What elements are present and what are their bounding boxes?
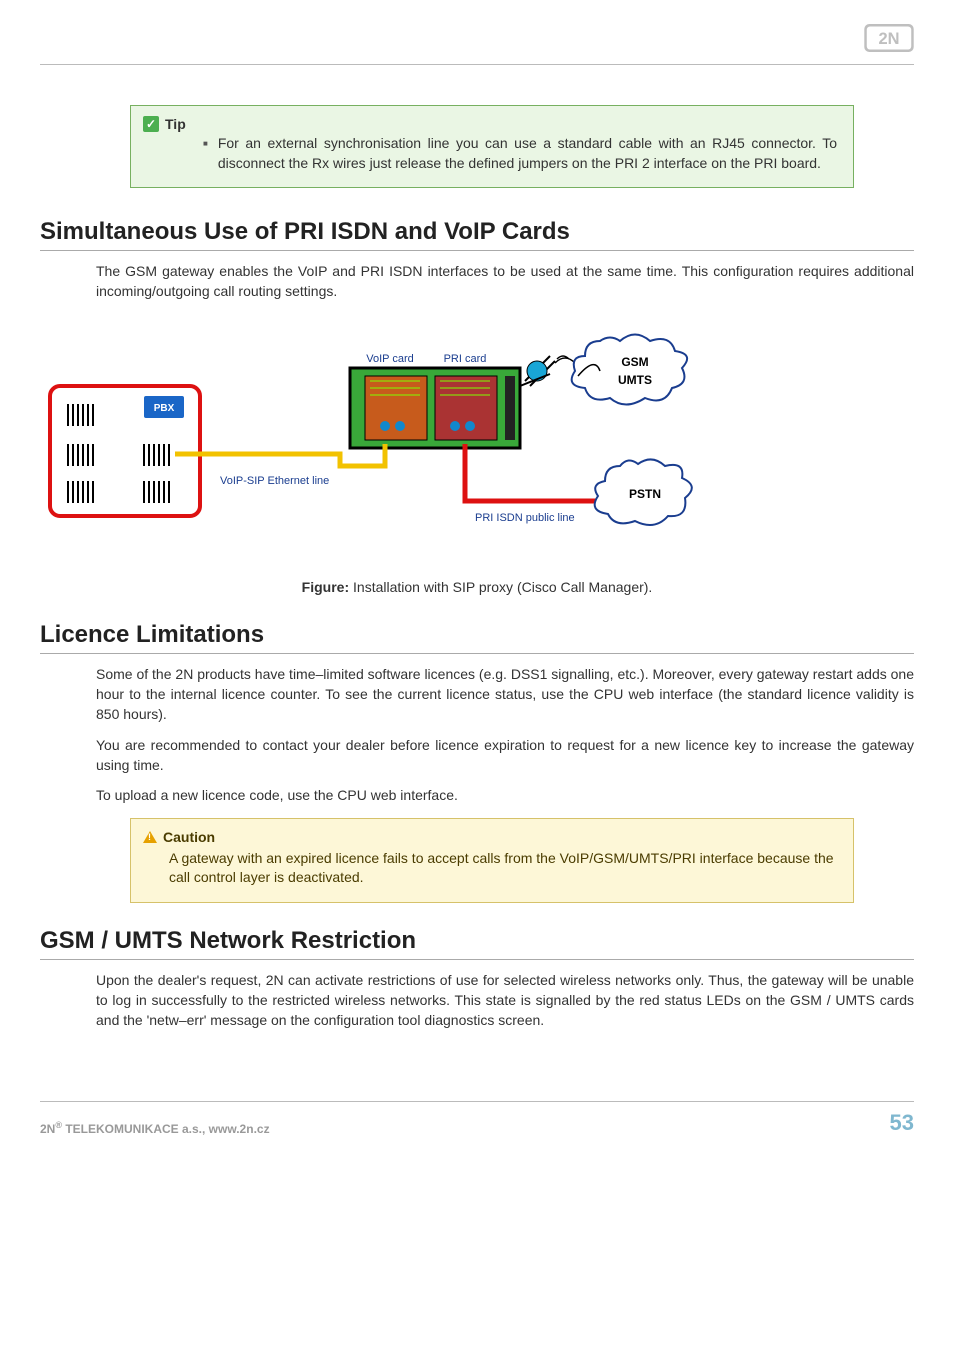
- page-number: 53: [890, 1110, 914, 1136]
- check-icon: ✓: [143, 116, 159, 132]
- section1-p1: The GSM gateway enables the VoIP and PRI…: [96, 261, 914, 302]
- brand-logo-2n: 2N: [864, 24, 914, 52]
- section3-p1: Upon the dealer's request, 2N can activa…: [96, 970, 914, 1031]
- caution-text: A gateway with an expired licence fails …: [169, 849, 837, 888]
- svg-text:2N: 2N: [878, 30, 899, 48]
- svg-text:PRI ISDN public line: PRI ISDN public line: [475, 512, 575, 524]
- svg-text:PRI card: PRI card: [444, 353, 487, 365]
- page-footer: 2N® TELEKOMUNIKACE a.s., www.2n.cz 53: [40, 1101, 914, 1166]
- figure-caption: Figure: Installation with SIP proxy (Cis…: [40, 579, 914, 595]
- caution-callout: Caution A gateway with an expired licenc…: [130, 818, 854, 903]
- tip-callout: ✓ Tip ■ For an external synchronisation …: [130, 105, 854, 188]
- caution-label: Caution: [163, 829, 215, 845]
- heading-licence: Licence Limitations: [40, 621, 914, 654]
- bullet-icon: ■: [203, 138, 208, 173]
- tip-label: Tip: [165, 116, 186, 132]
- svg-text:UMTS: UMTS: [618, 373, 652, 387]
- svg-text:PSTN: PSTN: [629, 487, 661, 501]
- warning-icon: [143, 831, 157, 843]
- svg-text:PBX: PBX: [154, 403, 175, 414]
- installation-diagram: PBX VoIP card PRI card VoIP-SIP Ethernet…: [40, 326, 700, 546]
- heading-simultaneous: Simultaneous Use of PRI ISDN and VoIP Ca…: [40, 218, 914, 251]
- svg-text:GSM: GSM: [621, 355, 648, 369]
- tip-text: For an external synchronisation line you…: [218, 134, 837, 173]
- page-header: 2N: [40, 0, 914, 65]
- section2-p2: You are recommended to contact your deal…: [96, 735, 914, 776]
- svg-text:VoIP-SIP Ethernet line: VoIP-SIP Ethernet line: [220, 475, 329, 487]
- heading-gsm-restriction: GSM / UMTS Network Restriction: [40, 927, 914, 960]
- svg-text:VoIP card: VoIP card: [366, 353, 414, 365]
- footer-company: 2N® TELEKOMUNIKACE a.s., www.2n.cz: [40, 1120, 270, 1136]
- section2-p3: To upload a new licence code, use the CP…: [96, 785, 914, 805]
- section2-p1: Some of the 2N products have time–limite…: [96, 664, 914, 725]
